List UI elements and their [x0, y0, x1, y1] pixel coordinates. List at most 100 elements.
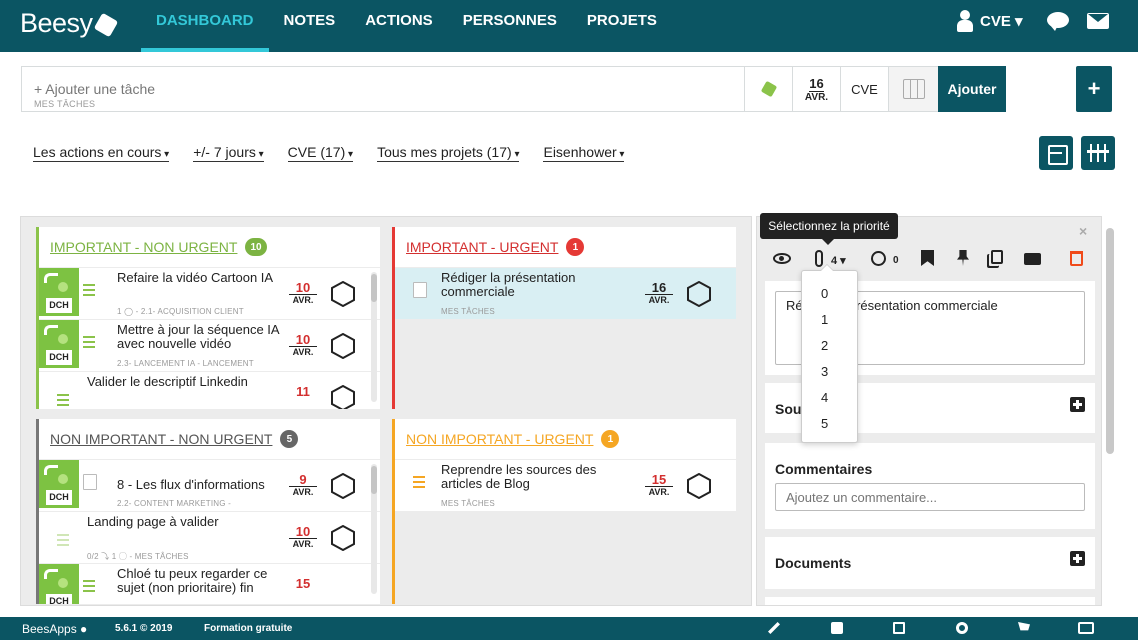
- priority-option-2[interactable]: 2: [802, 333, 857, 359]
- add-task-button[interactable]: Ajouter: [938, 66, 1006, 112]
- task-title: Reprendre les sources des articles de Bl…: [441, 462, 597, 491]
- hammer-icon[interactable]: [768, 622, 780, 634]
- add-subtask-icon[interactable]: [1070, 397, 1085, 412]
- project-hex-icon[interactable]: [686, 473, 712, 499]
- priority-option-3[interactable]: 3: [802, 359, 857, 385]
- task-due-date[interactable]: 16 AVR.: [645, 281, 673, 306]
- filter-period[interactable]: +/- 7 jours: [193, 144, 264, 162]
- priority-option-0[interactable]: 0: [802, 281, 857, 307]
- user-label: CVE ▾: [980, 13, 1023, 30]
- project-hex-icon[interactable]: [330, 473, 356, 499]
- delegated-badge[interactable]: DCH: [39, 460, 79, 508]
- help-lifebuoy-icon[interactable]: [956, 622, 968, 634]
- task-title: Rédiger la présentation commerciale: [441, 270, 576, 299]
- quadrant-title[interactable]: IMPORTANT - NON URGENT: [50, 239, 237, 255]
- due-date-day: 16: [809, 75, 824, 92]
- task-row[interactable]: Reprendre les sources des articles de Bl…: [395, 459, 736, 511]
- task-due-date[interactable]: 15 AVR.: [645, 473, 673, 498]
- delegated-badge[interactable]: DCH: [39, 320, 79, 368]
- task-row[interactable]: DCH Mettre à jour la séquence IA avec no…: [39, 319, 380, 371]
- cart-icon[interactable]: [1018, 622, 1030, 631]
- project-hex-icon[interactable]: [330, 525, 356, 551]
- chat-icon[interactable]: [1047, 12, 1069, 32]
- mail-icon[interactable]: [1087, 13, 1109, 29]
- folder-button[interactable]: [888, 67, 938, 111]
- copy-icon[interactable]: [991, 250, 1003, 264]
- task-row[interactable]: Landing page à valider 0/2 ⤵ 1 ◯ - MES T…: [39, 511, 380, 563]
- task-meta: 1 ◯ - 2.1- ACQUISITION CLIENT: [117, 307, 244, 316]
- project-hex-icon[interactable]: [686, 281, 712, 307]
- task-row[interactable]: DCH Chloé tu peux regarder ce sujet (non…: [39, 563, 380, 604]
- quadrant-title[interactable]: NON IMPORTANT - URGENT: [406, 431, 593, 447]
- task-due-date[interactable]: 10 AVR.: [289, 333, 317, 358]
- count-badge: 10: [245, 238, 267, 256]
- filter-status[interactable]: Les actions en cours: [33, 144, 170, 162]
- nav-personnes[interactable]: PERSONNES: [448, 0, 572, 52]
- priority-option-5[interactable]: 5: [802, 411, 857, 437]
- quadrant-scrollbar[interactable]: [371, 272, 377, 402]
- beesy-logo[interactable]: Beesy: [20, 8, 118, 39]
- project-hex-icon[interactable]: [330, 281, 356, 307]
- version-text: 5.6.1 © 2019: [115, 623, 173, 634]
- filter-projects[interactable]: Tous mes projets (17): [377, 144, 520, 162]
- count-badge: 1: [566, 238, 585, 256]
- priority-option-4[interactable]: 4: [802, 385, 857, 411]
- nav-actions[interactable]: ACTIONS: [350, 0, 448, 52]
- add-document-icon[interactable]: [1070, 551, 1085, 566]
- trash-icon[interactable]: [1070, 251, 1083, 266]
- training-link[interactable]: Formation gratuite: [204, 623, 292, 634]
- checklist-icon: [83, 282, 97, 298]
- project-hex-icon[interactable]: [330, 333, 356, 359]
- priority-option-1[interactable]: 1: [802, 307, 857, 333]
- checklist-icon: [57, 532, 71, 548]
- task-due-date[interactable]: 15: [289, 577, 317, 590]
- quadrant-title[interactable]: NON IMPORTANT - NON URGENT: [50, 431, 272, 447]
- eye-icon[interactable]: [773, 253, 791, 264]
- nav-notes[interactable]: NOTES: [269, 0, 351, 52]
- settings-sliders-button[interactable]: [1081, 136, 1115, 170]
- task-due-date[interactable]: 10 AVR.: [289, 525, 317, 550]
- close-panel-button[interactable]: ×: [1079, 223, 1087, 239]
- delegated-badge[interactable]: DCH: [39, 268, 79, 316]
- bookmark-icon[interactable]: [921, 250, 934, 266]
- task-due-date[interactable]: 10 AVR.: [289, 281, 317, 306]
- task-row[interactable]: Valider le descriptif Linkedin 11: [39, 371, 380, 409]
- task-due-date[interactable]: 11: [289, 385, 317, 398]
- priority-dropdown: 0 1 2 3 4 5: [801, 264, 858, 443]
- eisenhower-matrix: IMPORTANT - NON URGENT 10 DCH Refaire la…: [20, 216, 752, 606]
- task-due-date[interactable]: 9 AVR.: [289, 473, 317, 498]
- task-meta: 0/2 ⤵ 1 ◯ - MES TÂCHES: [87, 552, 189, 561]
- nav-dashboard[interactable]: DASHBOARD: [141, 0, 269, 52]
- pin-icon[interactable]: [957, 250, 969, 266]
- delegated-badge[interactable]: DCH: [39, 564, 79, 604]
- filter-view-mode[interactable]: Eisenhower: [543, 144, 625, 162]
- task-input[interactable]: + Ajouter une tâche: [34, 81, 155, 97]
- task-row[interactable]: DCH 8 - Les flux d'informations 2.2- CON…: [39, 459, 380, 511]
- comments-card: Commentaires: [765, 443, 1095, 529]
- envelope-icon[interactable]: [893, 622, 905, 634]
- new-item-button[interactable]: +: [1076, 66, 1112, 112]
- beesapps-logo[interactable]: BeesApps ●: [22, 622, 87, 636]
- task-meta: MES TÂCHES: [441, 499, 495, 508]
- briefcase-icon[interactable]: [831, 622, 843, 634]
- project-picker-button[interactable]: [744, 67, 792, 111]
- clock-icon[interactable]: [871, 251, 886, 266]
- nav-projets[interactable]: PROJETS: [572, 0, 672, 52]
- task-row-selected[interactable]: Rédiger la présentation commerciale MES …: [395, 267, 736, 319]
- panel-scrollbar[interactable]: [1106, 228, 1114, 454]
- main-nav: DASHBOARD NOTES ACTIONS PERSONNES PROJET…: [141, 0, 672, 52]
- assignee-button[interactable]: CVE: [840, 67, 888, 111]
- quadrant-title[interactable]: IMPORTANT - URGENT: [406, 239, 558, 255]
- task-row[interactable]: DCH Refaire la vidéo Cartoon IA 1 ◯ - 2.…: [39, 267, 380, 319]
- email-icon[interactable]: [1024, 253, 1041, 265]
- checklist-icon: [57, 392, 71, 408]
- keyboard-icon[interactable]: [1078, 622, 1094, 634]
- project-hex-icon[interactable]: [330, 385, 356, 409]
- user-menu[interactable]: CVE ▾: [956, 10, 1023, 32]
- comment-input[interactable]: [775, 483, 1085, 511]
- filter-user[interactable]: CVE (17): [287, 144, 354, 162]
- panel-view-button[interactable]: [1039, 136, 1073, 170]
- due-date-button[interactable]: 16 AVR.: [792, 67, 840, 111]
- quadrant-scrollbar[interactable]: [371, 464, 377, 594]
- next-card: [765, 597, 1095, 605]
